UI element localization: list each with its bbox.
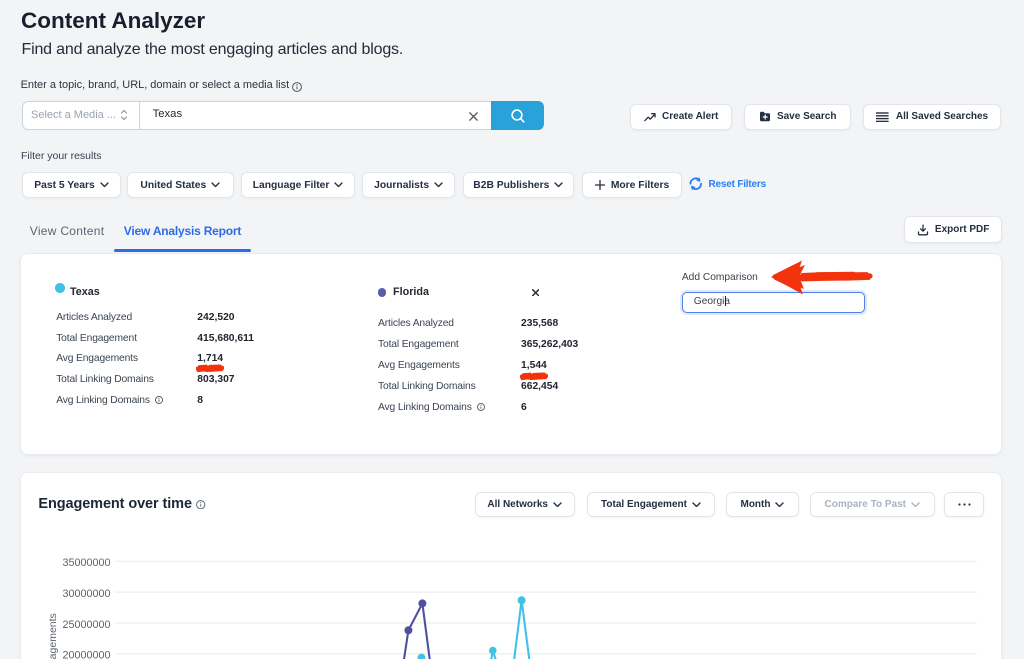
svg-text:25000000: 25000000 [62, 619, 110, 631]
svg-text:35000000: 35000000 [62, 557, 110, 569]
svg-text:20000000: 20000000 [62, 650, 110, 659]
svg-text:30000000: 30000000 [62, 588, 110, 600]
svg-text:Engagements: Engagements [47, 613, 59, 659]
